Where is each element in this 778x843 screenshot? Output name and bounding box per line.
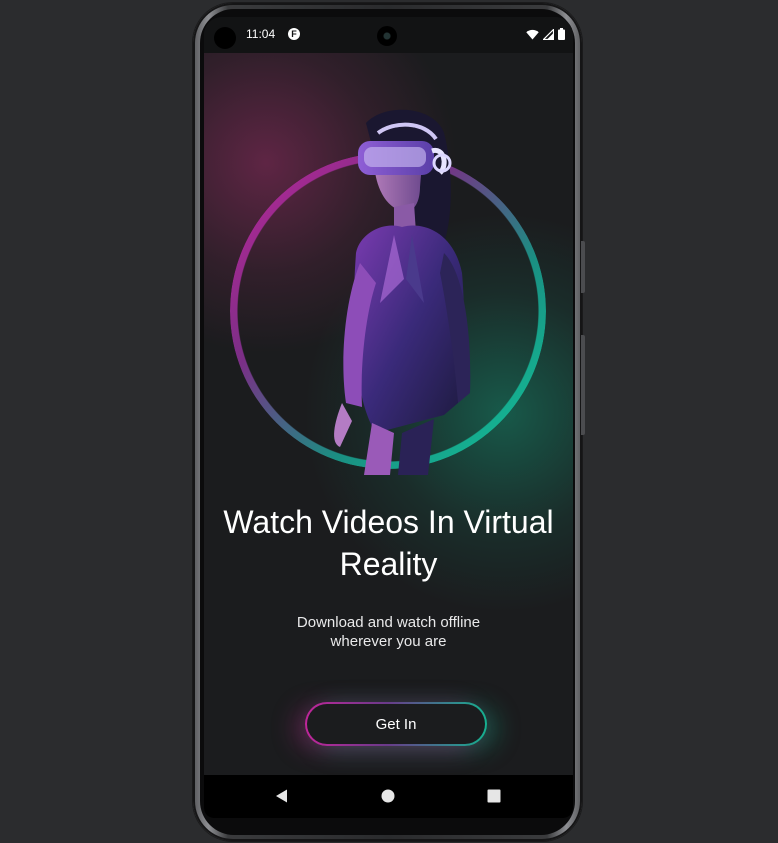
onboarding-screen: Watch Videos In Virtual Reality Download…: [204, 53, 573, 775]
status-bar: 11:04 F: [204, 17, 573, 53]
system-nav-bar: [204, 775, 573, 818]
onboarding-subtitle: Download and watch offline wherever you …: [296, 614, 481, 650]
status-icons: [526, 28, 565, 40]
back-triangle-icon[interactable]: [274, 788, 290, 804]
volume-button: [581, 335, 585, 435]
page: 11:04 F Watch Videos In Virtual Reality …: [0, 0, 778, 843]
power-button: [581, 241, 585, 293]
get-in-button[interactable]: Get In: [307, 704, 485, 744]
onboarding-headline: Watch Videos In Virtual Reality: [223, 504, 554, 582]
cellular-signal-icon: [543, 28, 554, 40]
phone-screen: 11:04 F Watch Videos In Virtual Reality …: [204, 17, 573, 818]
status-time: 11:04: [246, 27, 276, 41]
wifi-icon: [526, 29, 539, 39]
screen-cutout: [214, 27, 236, 49]
front-camera: [377, 26, 397, 46]
vr-headset-woman-illustration: [334, 109, 471, 475]
app-notification-icon: F: [288, 28, 300, 40]
recents-square-icon[interactable]: [486, 788, 502, 804]
home-circle-icon[interactable]: [380, 788, 396, 804]
battery-icon: [558, 28, 565, 40]
